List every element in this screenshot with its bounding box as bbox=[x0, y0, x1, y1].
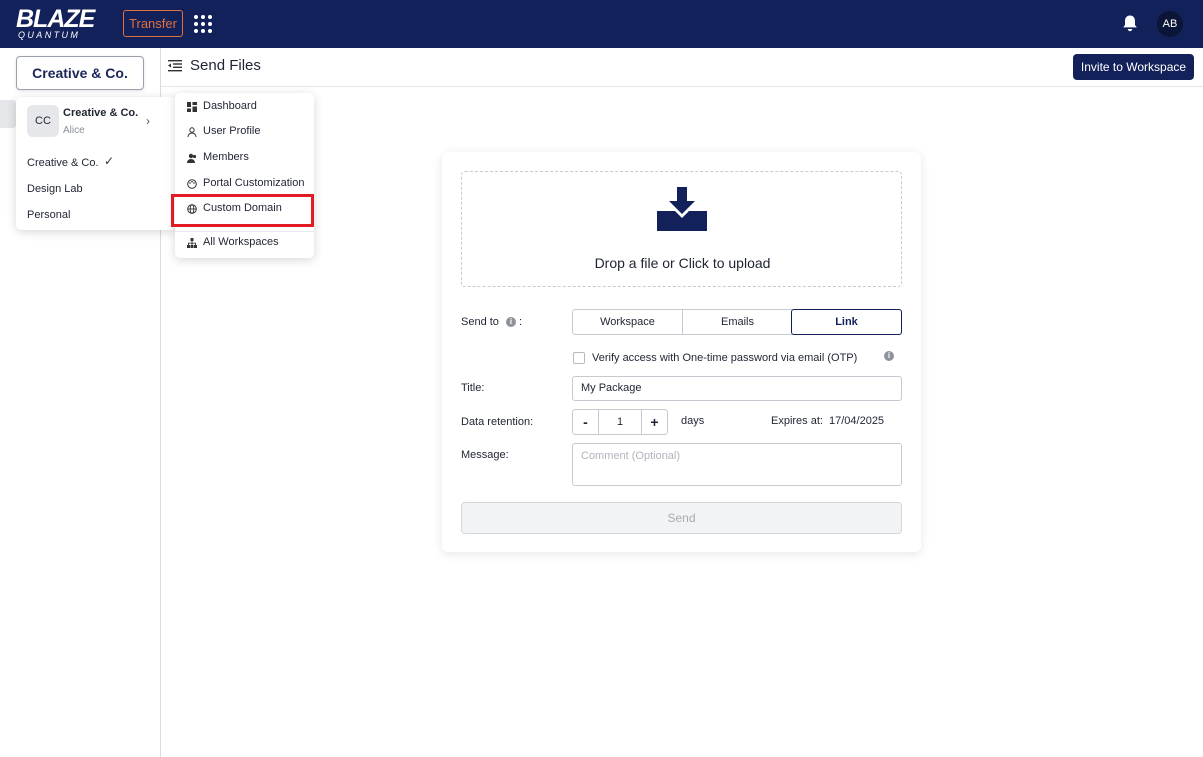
highlight-annotation bbox=[171, 194, 314, 227]
workspace-avatar: CC bbox=[27, 105, 59, 137]
workspace-context-menu: Dashboard User Profile Members Portal Cu… bbox=[175, 93, 314, 258]
retention-unit: days bbox=[681, 415, 705, 427]
title-label: Title: bbox=[461, 382, 485, 394]
workspace-item-creative[interactable]: Creative & Co. bbox=[27, 157, 99, 169]
send-to-link-option[interactable]: Link bbox=[791, 309, 902, 335]
menu-item-label: User Profile bbox=[203, 125, 261, 137]
retention-value[interactable]: 1 bbox=[598, 410, 642, 434]
menu-item-label: All Workspaces bbox=[203, 236, 279, 248]
increment-button[interactable]: + bbox=[642, 410, 667, 434]
workspace-name[interactable]: Creative & Co. bbox=[63, 107, 138, 119]
download-tray-icon bbox=[657, 187, 707, 231]
dropzone-text: Drop a file or Click to upload bbox=[594, 255, 771, 271]
message-textarea[interactable]: Comment (Optional) bbox=[572, 443, 902, 486]
dashboard-icon bbox=[187, 102, 197, 112]
menu-item-portal-customization[interactable]: Portal Customization bbox=[175, 173, 314, 195]
user-icon bbox=[187, 127, 197, 137]
menu-item-dashboard[interactable]: Dashboard bbox=[175, 96, 314, 118]
sidebar-nav-item-active[interactable] bbox=[0, 100, 16, 128]
user-avatar[interactable]: AB bbox=[1157, 11, 1183, 37]
transfer-button[interactable]: Transfer bbox=[123, 10, 183, 37]
message-label: Message: bbox=[461, 449, 509, 461]
workspace-user-name: Alice bbox=[63, 125, 85, 136]
otp-info-icon[interactable]: i bbox=[884, 351, 894, 361]
workspace-item-personal[interactable]: Personal bbox=[27, 209, 70, 221]
send-to-workspace-option[interactable]: Workspace bbox=[573, 310, 682, 334]
otp-label: Verify access with One-time password via… bbox=[592, 352, 858, 364]
members-icon bbox=[187, 153, 197, 163]
workspace-switcher-button[interactable]: Creative & Co. bbox=[16, 56, 144, 90]
data-retention-label: Data retention: bbox=[461, 416, 534, 428]
send-files-card: Drop a file or Click to upload Send to i… bbox=[442, 152, 921, 552]
menu-item-members[interactable]: Members bbox=[175, 147, 314, 169]
page-title: Send Files bbox=[190, 57, 261, 74]
send-to-segmented-control: Workspace Emails Link bbox=[572, 309, 902, 335]
title-input[interactable]: My Package bbox=[572, 376, 902, 401]
file-dropzone[interactable]: Drop a file or Click to upload bbox=[461, 171, 902, 287]
hierarchy-icon bbox=[187, 238, 197, 248]
menu-item-label: Dashboard bbox=[203, 100, 257, 112]
retention-stepper: - 1 + bbox=[572, 409, 668, 435]
send-to-emails-option[interactable]: Emails bbox=[683, 310, 792, 334]
logo-subtext: QUANTUM bbox=[18, 30, 81, 40]
logo-text: BLAZE bbox=[16, 5, 95, 33]
workspace-item-design-lab[interactable]: Design Lab bbox=[27, 183, 83, 195]
send-to-colon: : bbox=[519, 316, 523, 328]
chevron-right-icon[interactable]: › bbox=[146, 114, 150, 128]
bell-icon[interactable] bbox=[1121, 14, 1139, 33]
menu-item-user-profile[interactable]: User Profile bbox=[175, 121, 314, 143]
menu-item-label: Portal Customization bbox=[203, 177, 305, 189]
page-header: Send Files Invite to Workspace bbox=[161, 48, 1203, 87]
menu-item-label: Members bbox=[203, 151, 249, 163]
invite-to-workspace-button[interactable]: Invite to Workspace bbox=[1073, 54, 1194, 80]
palette-icon bbox=[187, 179, 197, 189]
top-bar: BLAZE QUANTUM Transfer AB bbox=[0, 0, 1203, 48]
expires-label: Expires at: bbox=[771, 415, 823, 427]
menu-collapse-icon[interactable] bbox=[168, 59, 182, 73]
workspace-dropdown: CC Creative & Co. Alice › Creative & Co.… bbox=[16, 97, 176, 230]
info-icon[interactable]: i bbox=[506, 317, 516, 327]
apps-grid-icon[interactable] bbox=[194, 15, 212, 33]
blaze-logo[interactable]: BLAZE QUANTUM bbox=[16, 6, 108, 40]
checkmark-icon: ✓ bbox=[104, 154, 115, 168]
menu-item-all-workspaces[interactable]: All Workspaces bbox=[175, 232, 314, 254]
otp-checkbox[interactable] bbox=[573, 352, 585, 364]
send-button[interactable]: Send bbox=[461, 502, 902, 534]
expires-value: 17/04/2025 bbox=[829, 415, 885, 427]
send-to-label: Send to bbox=[461, 316, 499, 328]
decrement-button[interactable]: - bbox=[573, 410, 598, 434]
